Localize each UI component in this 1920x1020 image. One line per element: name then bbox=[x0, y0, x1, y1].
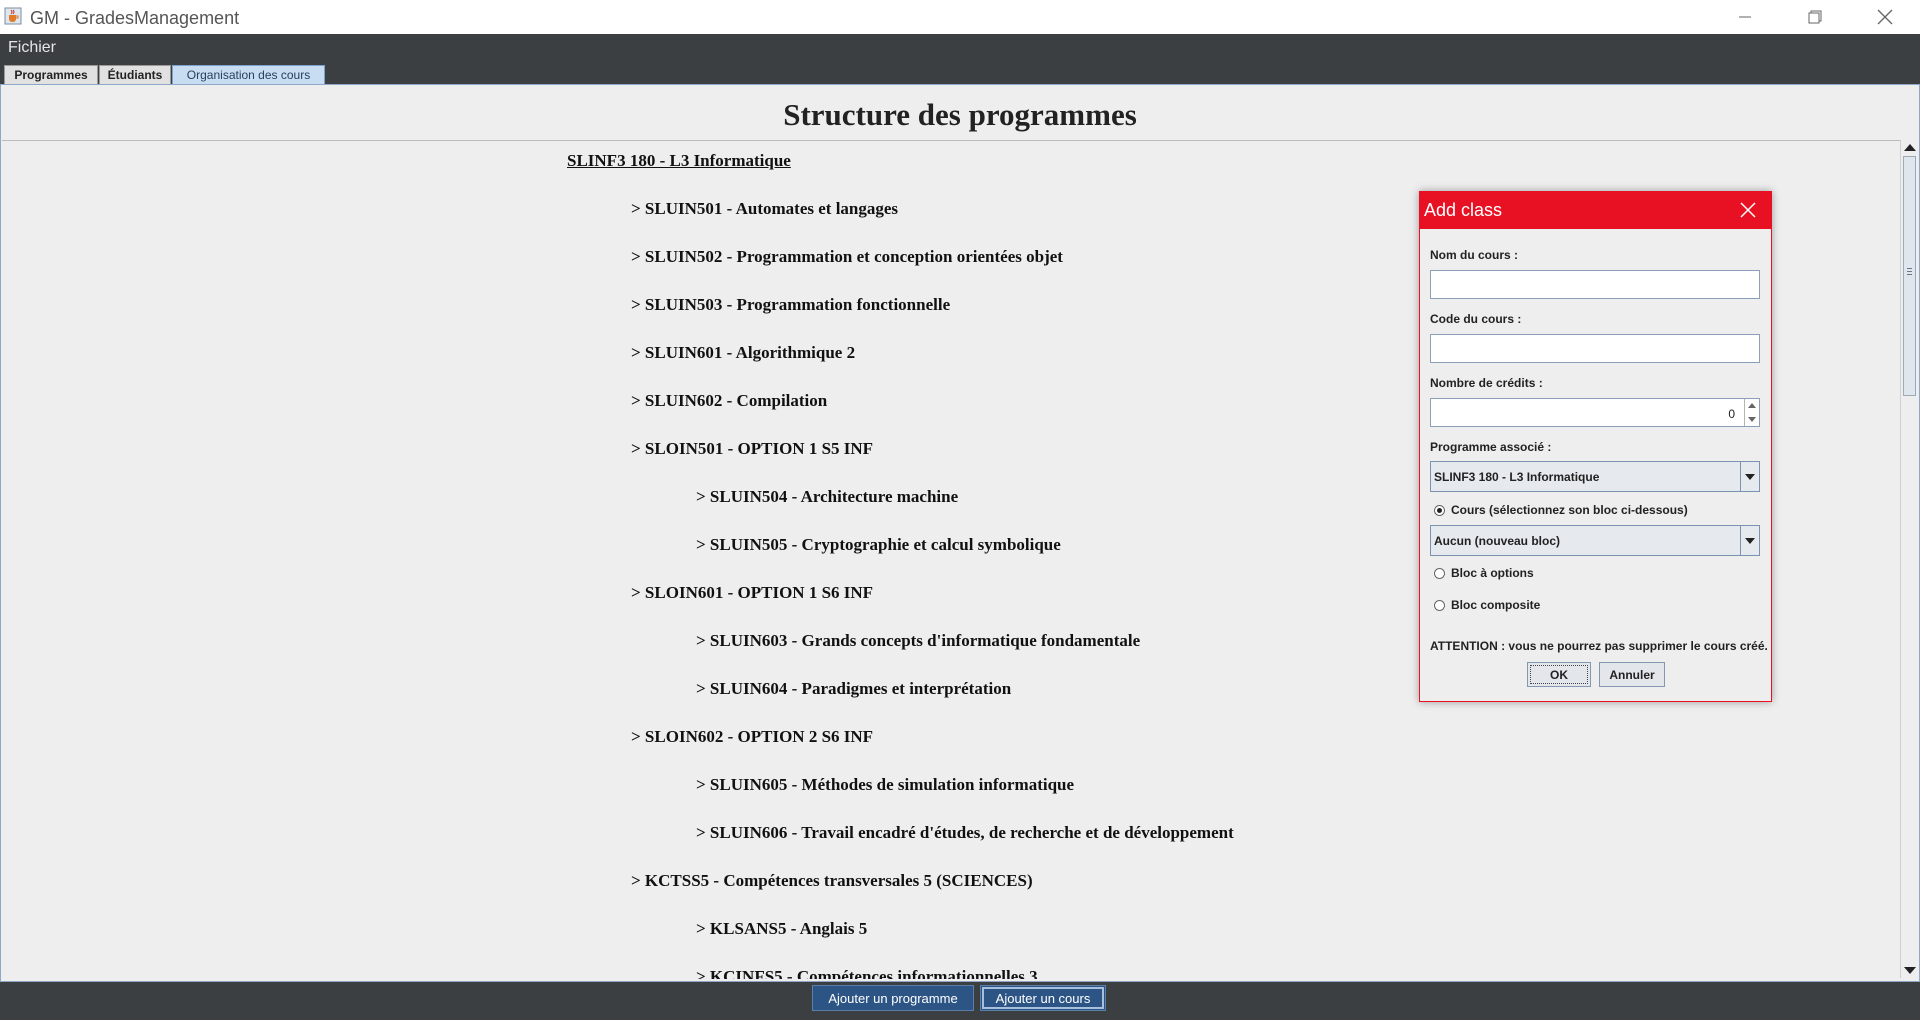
tree-item[interactable]: > SLUIN501 - Automates et langages bbox=[631, 199, 898, 219]
radio-course-label[interactable]: Cours (sélectionnez son bloc ci-dessous) bbox=[1451, 503, 1688, 517]
course-code-label: Code du cours : bbox=[1430, 312, 1522, 326]
tree-item[interactable]: > SLOIN602 - OPTION 2 S6 INF bbox=[631, 727, 873, 747]
tree-item[interactable]: > SLOIN501 - OPTION 1 S5 INF bbox=[631, 439, 873, 459]
minimize-icon bbox=[1739, 16, 1751, 18]
bottom-action-bar: Ajouter un programme Ajouter un cours bbox=[0, 982, 1920, 1020]
tab-organisation-des-cours[interactable]: Organisation des cours bbox=[172, 65, 325, 84]
tree-item[interactable]: > SLOIN601 - OPTION 1 S6 INF bbox=[631, 583, 873, 603]
radio-composite-block[interactable] bbox=[1434, 600, 1445, 611]
block-dropdown-button[interactable] bbox=[1740, 526, 1759, 555]
scroll-down-arrow-icon[interactable] bbox=[1904, 967, 1916, 974]
tab-strip: Programmes Étudiants Organisation des co… bbox=[0, 63, 1920, 85]
chevron-down-icon bbox=[1745, 474, 1755, 480]
tree-item[interactable]: > KCINFS5 - Compétences informationnelle… bbox=[696, 967, 1038, 979]
scrollbar-thumb[interactable] bbox=[1903, 156, 1916, 396]
tree-item[interactable]: > SLUIN601 - Algorithmique 2 bbox=[631, 343, 855, 363]
tree-item[interactable]: > KLSANS5 - Anglais 5 bbox=[696, 919, 867, 939]
course-name-input[interactable] bbox=[1430, 270, 1760, 299]
page-title: Structure des programmes bbox=[783, 97, 1137, 132]
add-program-button[interactable]: Ajouter un programme bbox=[812, 985, 974, 1011]
tree-item[interactable]: > SLUIN502 - Programmation et conception… bbox=[631, 247, 1063, 267]
close-icon bbox=[1877, 9, 1893, 25]
spinner-buttons[interactable] bbox=[1744, 399, 1759, 426]
credits-spinner[interactable]: 0 bbox=[1430, 398, 1760, 427]
tree-item[interactable]: > SLUIN606 - Travail encadré d'études, d… bbox=[696, 823, 1234, 843]
close-window-button[interactable] bbox=[1850, 0, 1920, 34]
tree-item[interactable]: > KCTSS5 - Compétences transversales 5 (… bbox=[631, 871, 1033, 891]
add-class-dialog: Add class Nom du cours : Code du cours :… bbox=[1419, 191, 1772, 702]
tree-item[interactable]: > SLUIN603 - Grands concepts d'informati… bbox=[696, 631, 1140, 651]
tab-programmes[interactable]: Programmes bbox=[4, 65, 98, 84]
dialog-title: Add class bbox=[1424, 200, 1503, 220]
tree-item[interactable]: > SLUIN503 - Programmation fonctionnelle bbox=[631, 295, 950, 315]
radio-options-block[interactable] bbox=[1434, 568, 1445, 579]
ok-button[interactable]: OK bbox=[1527, 662, 1591, 687]
credits-value: 0 bbox=[1728, 407, 1735, 421]
program-dropdown-button[interactable] bbox=[1740, 462, 1759, 491]
cancel-button[interactable]: Annuler bbox=[1599, 662, 1665, 687]
warning-text: ATTENTION : vous ne pourrez pas supprime… bbox=[1430, 639, 1768, 653]
menu-bar: Fichier bbox=[0, 34, 1920, 63]
minimize-button[interactable] bbox=[1710, 0, 1780, 34]
block-select[interactable]: Aucun (nouveau bloc) bbox=[1430, 525, 1760, 556]
restore-button[interactable] bbox=[1780, 0, 1850, 34]
block-selected-value: Aucun (nouveau bloc) bbox=[1434, 534, 1560, 548]
radio-course[interactable] bbox=[1434, 505, 1445, 516]
tree-item[interactable]: > SLUIN602 - Compilation bbox=[631, 391, 827, 411]
tab-etudiants[interactable]: Étudiants bbox=[99, 65, 171, 84]
spin-down-icon[interactable] bbox=[1748, 417, 1756, 422]
program-select[interactable]: SLINF3 180 - L3 Informatique bbox=[1430, 461, 1760, 492]
radio-composite-block-label[interactable]: Bloc composite bbox=[1451, 598, 1540, 612]
course-name-label: Nom du cours : bbox=[1430, 248, 1519, 262]
tree-item-program[interactable]: SLINF3 180 - L3 Informatique bbox=[567, 151, 791, 171]
tree-item[interactable]: > SLUIN504 - Architecture machine bbox=[696, 487, 958, 507]
radio-options-block-label[interactable]: Bloc à options bbox=[1451, 566, 1534, 580]
add-course-button[interactable]: Ajouter un cours bbox=[980, 985, 1106, 1011]
tree-item[interactable]: > SLUIN505 - Cryptographie et calcul sym… bbox=[696, 535, 1061, 555]
java-cup-icon bbox=[4, 7, 22, 25]
menu-fichier[interactable]: Fichier bbox=[8, 39, 56, 57]
spin-up-icon[interactable] bbox=[1748, 403, 1756, 408]
program-selected-value: SLINF3 180 - L3 Informatique bbox=[1434, 470, 1600, 484]
credits-label: Nombre de crédits : bbox=[1430, 376, 1543, 390]
program-label: Programme associé : bbox=[1430, 440, 1552, 454]
restore-icon bbox=[1808, 10, 1822, 24]
dialog-title-bar: Add class bbox=[1420, 192, 1771, 229]
course-code-input[interactable] bbox=[1430, 334, 1760, 363]
chevron-down-icon bbox=[1745, 538, 1755, 544]
tree-item[interactable]: > SLUIN604 - Paradigmes et interprétatio… bbox=[696, 679, 1011, 699]
close-icon[interactable] bbox=[1738, 200, 1758, 220]
window-title-bar: GM - GradesManagement bbox=[0, 0, 1920, 34]
scroll-up-arrow-icon[interactable] bbox=[1904, 144, 1916, 151]
vertical-scrollbar[interactable] bbox=[1900, 140, 1919, 978]
tree-item[interactable]: > SLUIN605 - Méthodes de simulation info… bbox=[696, 775, 1074, 795]
window-title: GM - GradesManagement bbox=[30, 8, 240, 28]
